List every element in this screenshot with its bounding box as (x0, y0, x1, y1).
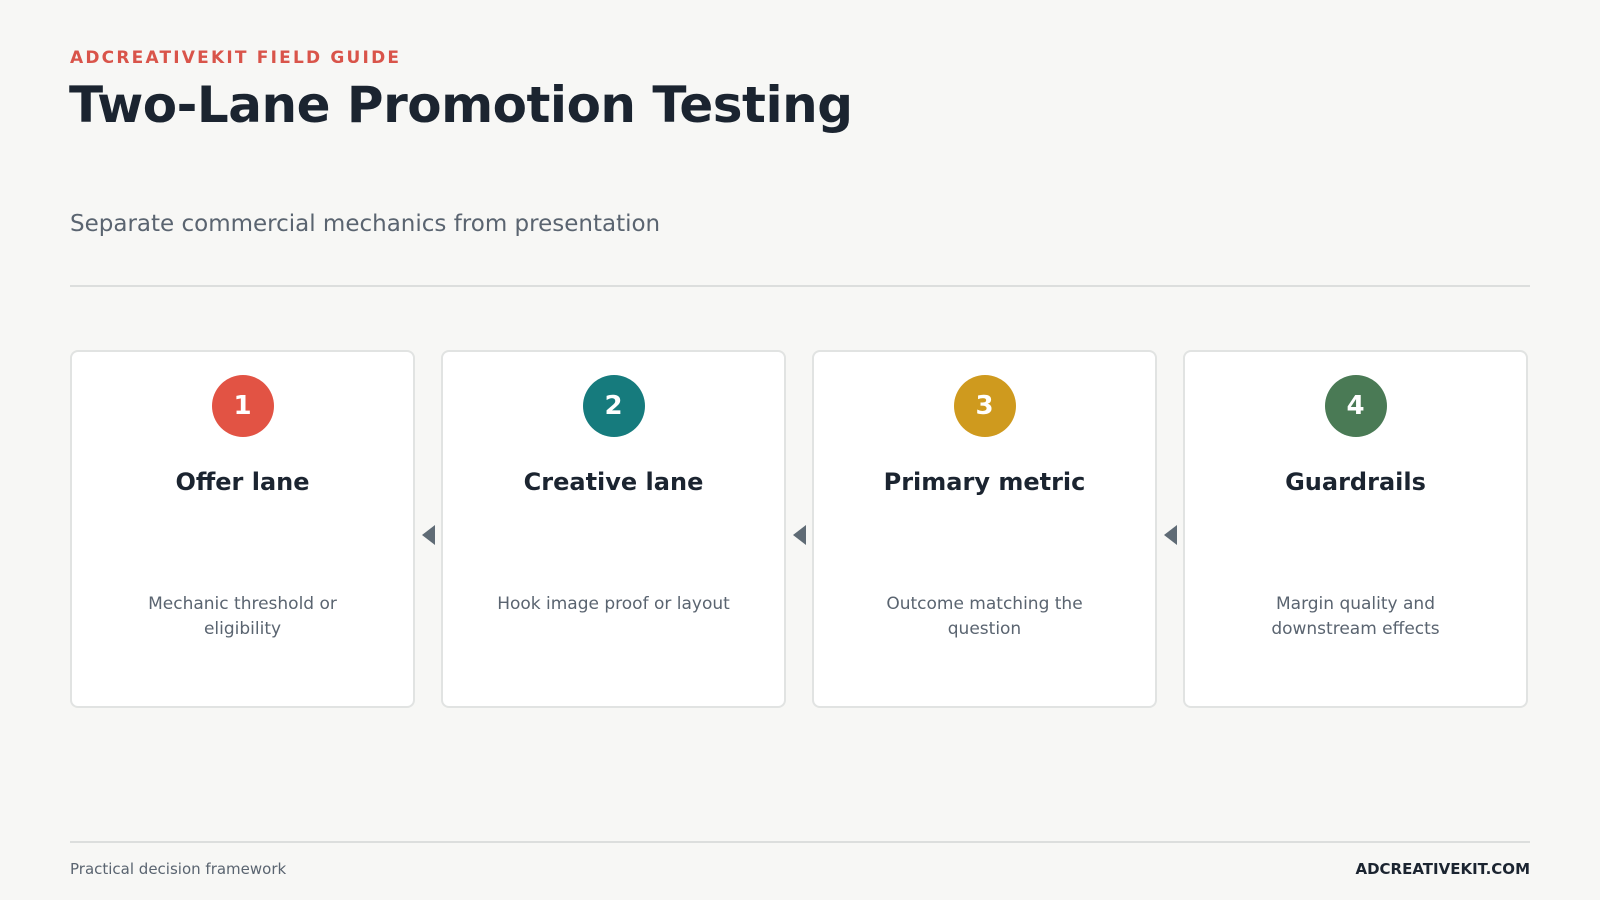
step-card-creative-lane: 2 Creative lane Hook image proof or layo… (441, 350, 786, 708)
step-title: Primary metric (883, 468, 1086, 496)
step-title: Guardrails (1285, 468, 1426, 496)
step-number-badge: 3 (953, 375, 1016, 437)
step-title: Offer lane (175, 468, 310, 496)
step-card-primary-metric: 3 Primary metric Outcome matching the qu… (812, 350, 1157, 708)
step-number-badge: 1 (211, 375, 274, 437)
footer-site-link[interactable]: ADCREATIVEKIT.COM (1355, 860, 1530, 878)
footer-tagline: Practical decision framework (70, 860, 287, 878)
step-card-offer-lane: 1 Offer lane Mechanic threshold or eligi… (70, 350, 415, 708)
flow-arrow-left-icon (422, 525, 435, 545)
step-title: Creative lane (523, 468, 704, 496)
flow-arrow-left-icon (793, 525, 806, 545)
eyebrow-label: ADCREATIVEKIT FIELD GUIDE (70, 48, 402, 68)
step-description: Mechanic threshold or eligibility (148, 594, 337, 639)
flow-arrow-left-icon (1164, 525, 1177, 545)
step-description: Outcome matching the question (886, 594, 1083, 639)
step-description: Margin quality and downstream effects (1271, 594, 1440, 639)
step-number-badge: 4 (1324, 375, 1387, 437)
step-card-guardrails: 4 Guardrails Margin quality and downstre… (1183, 350, 1528, 708)
step-description: Hook image proof or layout (497, 594, 730, 614)
bottom-divider (70, 841, 1530, 843)
page-subtitle: Separate commercial mechanics from prese… (70, 211, 661, 237)
step-number-badge: 2 (582, 375, 645, 437)
step-cards: 1 Offer lane Mechanic threshold or eligi… (70, 350, 1530, 710)
top-divider (70, 285, 1530, 287)
page-title: Two-Lane Promotion Testing (69, 76, 853, 134)
